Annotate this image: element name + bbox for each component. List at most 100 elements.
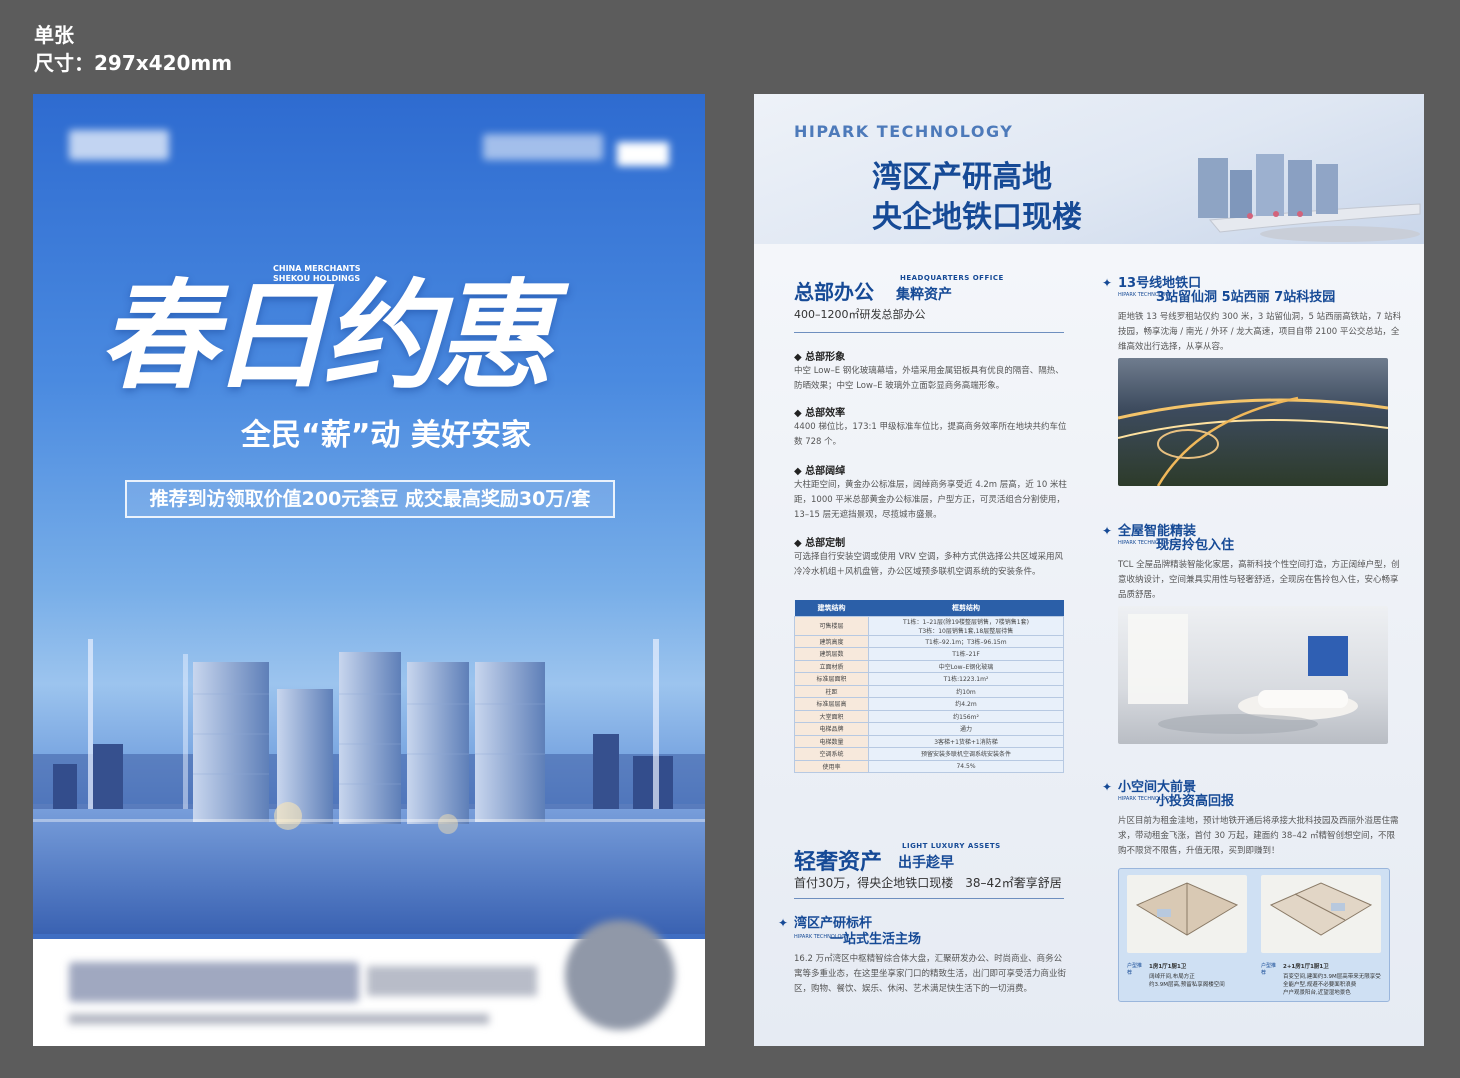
bay-line1: 湾区产研标杆 bbox=[794, 916, 873, 931]
spec-value: T1栋–21F bbox=[868, 647, 1064, 661]
luxury-title-tag: 出手趁早 bbox=[898, 855, 954, 871]
small-line1: 小空间大前景 bbox=[1118, 780, 1197, 795]
bay-text: 16.2 万㎡湾区中枢精智综合体大盘，汇聚研发办公、时尚商业、商务公寓等多重业态… bbox=[794, 954, 1067, 994]
hq-item-heading: ◆ 总部效率 bbox=[794, 408, 846, 419]
small-tag: HIPARK TECHNOLOGY bbox=[1118, 796, 1173, 802]
spec-head-label: 建筑结构 bbox=[794, 600, 869, 616]
spec-label: 空调系统 bbox=[794, 747, 869, 761]
flyer-front: CHINA MERCHANTS SHEKOU HOLDINGS 春日约惠 全民“… bbox=[33, 94, 705, 1046]
spec-label: 柱距 bbox=[794, 684, 869, 698]
metro-line2: 3站留仙洞 5站西丽 7站科技园 bbox=[1156, 290, 1336, 305]
plan-title: 2+1房1厅1厨1卫 bbox=[1283, 964, 1329, 970]
headline: 春日约惠 bbox=[99, 267, 553, 405]
spec-value: 74.5% bbox=[868, 759, 1064, 773]
sheet-size-label: 尺寸：297x420mm bbox=[34, 51, 233, 75]
tcl-logo bbox=[617, 142, 669, 166]
sheet-type-label: 单张 bbox=[34, 23, 74, 47]
spec-label: 可售楼层 bbox=[794, 615, 869, 636]
floorplan-illustration bbox=[1261, 875, 1381, 953]
spec-row: 电梯品牌 通力 bbox=[794, 722, 1064, 736]
spec-row: 使用率 74.5% bbox=[794, 759, 1064, 773]
small-line2: 小投资高回报 bbox=[1156, 794, 1235, 809]
spec-value: 3客梯+1货梯+1消防梯 bbox=[868, 734, 1064, 748]
title-line-1: 湾区产研高地 bbox=[872, 160, 1052, 195]
title-line-2: 央企地铁口现楼 bbox=[872, 200, 1082, 235]
spec-table: 建筑结构 框剪结构 可售楼层 T1栋：1–21层(除19楼整层销售，7楼销售1套)… bbox=[794, 600, 1064, 773]
flyer-back: HIPARK TECHNOLOGY 湾区产研高地 央企地铁口现楼 总部办公 HE… bbox=[754, 94, 1424, 1046]
spec-value: T1栋：1–21层(除19楼整层销售，7楼销售1套) T3栋：10层销售1套,1… bbox=[868, 615, 1064, 636]
bay-line2: 一站式生活主场 bbox=[830, 932, 922, 947]
spec-label: 建筑高度 bbox=[794, 634, 869, 648]
slogan: 全民“薪”动 美好安家 bbox=[241, 418, 531, 453]
spec-head-value: 框剪结构 bbox=[868, 600, 1064, 616]
metro-line1: 13号线地铁口 bbox=[1118, 276, 1202, 291]
city-skyline-illustration bbox=[33, 639, 705, 934]
hq-title-tag: 集粹资产 bbox=[896, 287, 952, 303]
brand-en-back: HIPARK TECHNOLOGY bbox=[794, 122, 1014, 141]
spec-label: 大堂面积 bbox=[794, 709, 869, 723]
hq-item-text: 可选择自行安装空调或使用 VRV 空调，多种方式供选择公共区域采用风冷冷水机组＋… bbox=[794, 552, 1063, 577]
spec-value: T1栋–92.1m；T3栋–96.15m bbox=[868, 634, 1064, 648]
spec-value: 通力 bbox=[868, 722, 1064, 736]
developer-logo bbox=[69, 130, 169, 160]
hq-title-en: HEADQUARTERS OFFICE bbox=[900, 274, 1004, 282]
plan-note: 阔绰开间,布局方正 约3.9M层高,预留私享阁楼空间 bbox=[1149, 974, 1225, 988]
spec-value: 中空Low–E钢化玻璃 bbox=[868, 659, 1064, 673]
spec-row: 大堂面积 约156m² bbox=[794, 709, 1064, 723]
highway-illustration bbox=[1118, 396, 1388, 486]
interior-illustration bbox=[1128, 614, 1358, 734]
luxury-title-en: LIGHT LUXURY ASSETS bbox=[902, 842, 1001, 850]
smart-text: TCL 全屋品牌精装智能化家居，高新科技个性空间打造，方正阔绰户型，创意收纳设计… bbox=[1118, 560, 1400, 600]
floorplan-panel: 户型推荐 1房1厅1厨1卫 阔绰开间,布局方正 约3.9M层高,预留私享阁楼空间… bbox=[1118, 868, 1390, 1002]
qr-code-icon bbox=[565, 920, 675, 1030]
spec-row: 电梯数量 3客梯+1货梯+1消防梯 bbox=[794, 734, 1064, 748]
spec-row: 立面材质 中空Low–E钢化玻璃 bbox=[794, 659, 1064, 673]
building-model-illustration bbox=[1198, 154, 1421, 242]
spec-value: 约10m bbox=[868, 684, 1064, 698]
smart-line1: 全屋智能精装 bbox=[1118, 524, 1197, 539]
spec-row: 建筑高度 T1栋–92.1m；T3栋–96.15m bbox=[794, 634, 1064, 648]
hq-title: 总部办公 bbox=[794, 280, 874, 304]
hq-item-text: 大柱距空间，黄金办公标准层，阔绰商务享受近 4.2m 层高，近 10 米柱距，1… bbox=[794, 480, 1067, 520]
plan-title: 1房1厅1厨1卫 bbox=[1149, 964, 1187, 970]
spec-label: 标准层层高 bbox=[794, 697, 869, 711]
spec-label: 电梯品牌 bbox=[794, 722, 869, 736]
spec-row: 柱距 约10m bbox=[794, 684, 1064, 698]
spec-row: 空调系统 预留安装多联机空调系统安装条件 bbox=[794, 747, 1064, 761]
hq-item-heading: ◆ 总部形象 bbox=[794, 352, 846, 363]
divider bbox=[794, 332, 1064, 333]
partner-logo bbox=[483, 134, 603, 160]
offer-banner: 推荐到访领取价值200元荟豆 成交最高奖励30万/套 bbox=[125, 480, 615, 518]
spec-row: 标准层层高 约4.2m bbox=[794, 697, 1064, 711]
hotline-note bbox=[367, 966, 537, 996]
spec-row: 可售楼层 T1栋：1–21层(除19楼整层销售，7楼销售1套) T3栋：10层销售… bbox=[794, 615, 1064, 636]
spec-label: 建筑层数 bbox=[794, 647, 869, 661]
hq-subtitle: 400–1200㎡研发总部办公 bbox=[794, 308, 926, 321]
hotline-number bbox=[69, 962, 359, 1002]
sparkle-icon: ✦ bbox=[1102, 780, 1113, 794]
spec-label: 电梯数量 bbox=[794, 734, 869, 748]
plan-tag: 户型推荐 bbox=[1127, 963, 1143, 976]
spec-row: 标准层面积 T1栋:1223.1m² bbox=[794, 672, 1064, 686]
plan-note: 百变空间,建面约3.9M层高带来无限享受 全能户型,规避不必要面积浪费 户户观景… bbox=[1283, 974, 1381, 996]
bay-tag: HIPARK TECHNOLOGY bbox=[794, 934, 849, 940]
small-text: 片区目前为租金洼地，预计地铁开通后将承接大批科技园及西丽外溢居住需求，带动租金飞… bbox=[1118, 816, 1399, 856]
spec-value: 预留安装多联机空调系统安装条件 bbox=[868, 747, 1064, 761]
luxury-subtitle: 首付30万，得央企地铁口现楼 38–42㎡奢享舒居 bbox=[794, 876, 1062, 890]
hq-item-text: 中空 Low–E 钢化玻璃幕墙，外墙采用金属铝板具有优良的隔音、隔热、防晒效果；… bbox=[794, 366, 1064, 391]
plan-tag: 户型推荐 bbox=[1261, 963, 1277, 976]
divider bbox=[794, 898, 1064, 899]
spec-label: 标准层面积 bbox=[794, 672, 869, 686]
interchange-photo bbox=[1118, 358, 1388, 486]
smart-line2: 现房拎包入住 bbox=[1156, 538, 1235, 553]
floorplan-illustration bbox=[1127, 875, 1247, 953]
sparkle-icon: ✦ bbox=[1102, 524, 1113, 538]
spec-value: 约4.2m bbox=[868, 697, 1064, 711]
hq-item-heading: ◆ 总部阔绰 bbox=[794, 466, 846, 477]
smart-tag: HIPARK TECHNOLOGY bbox=[1118, 540, 1173, 546]
spec-label: 立面材质 bbox=[794, 659, 869, 673]
metro-text: 距地铁 13 号线罗租站仅约 300 米，3 站留仙洞，5 站西丽高铁站，7 站… bbox=[1118, 312, 1402, 352]
luxury-title: 轻奢资产 bbox=[794, 850, 883, 875]
metro-tag: HIPARK TECHNOLOGY bbox=[1118, 292, 1173, 298]
hq-item-heading: ◆ 总部定制 bbox=[794, 538, 846, 549]
